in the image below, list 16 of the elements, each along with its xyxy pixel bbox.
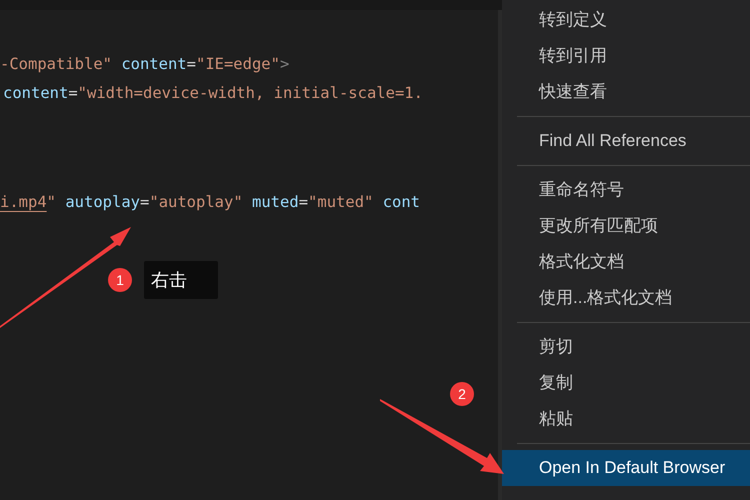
menu-item[interactable]: 转到定义 bbox=[502, 2, 750, 38]
code-line: -Compatible" content="IE=edge"> bbox=[0, 54, 290, 75]
menu-item[interactable]: 复制 bbox=[502, 365, 750, 401]
code-line: content="width=device-width, initial-scale=1. bbox=[2, 83, 423, 104]
tooltip: 右击 bbox=[144, 261, 218, 299]
menu-item[interactable]: 重命名符号 bbox=[502, 172, 750, 208]
menu-item[interactable]: 更改所有匹配项 bbox=[502, 208, 750, 244]
menu-item[interactable]: 快速查看 bbox=[502, 74, 750, 110]
code-line: i.mp4" autoplay="autoplay" muted="muted" cont bbox=[0, 192, 420, 213]
menu-item[interactable]: 格式化文档 bbox=[502, 244, 750, 280]
menu-item[interactable]: 转到引用 bbox=[502, 38, 750, 74]
menu-item[interactable]: 剪切 bbox=[502, 329, 750, 365]
menu-item[interactable]: Open In Default Browser bbox=[502, 450, 750, 486]
menu-item[interactable]: 粘贴 bbox=[502, 401, 750, 437]
menu-item[interactable]: 使用...格式化文档 bbox=[502, 280, 750, 316]
menu-item[interactable]: Find All References bbox=[502, 123, 750, 159]
